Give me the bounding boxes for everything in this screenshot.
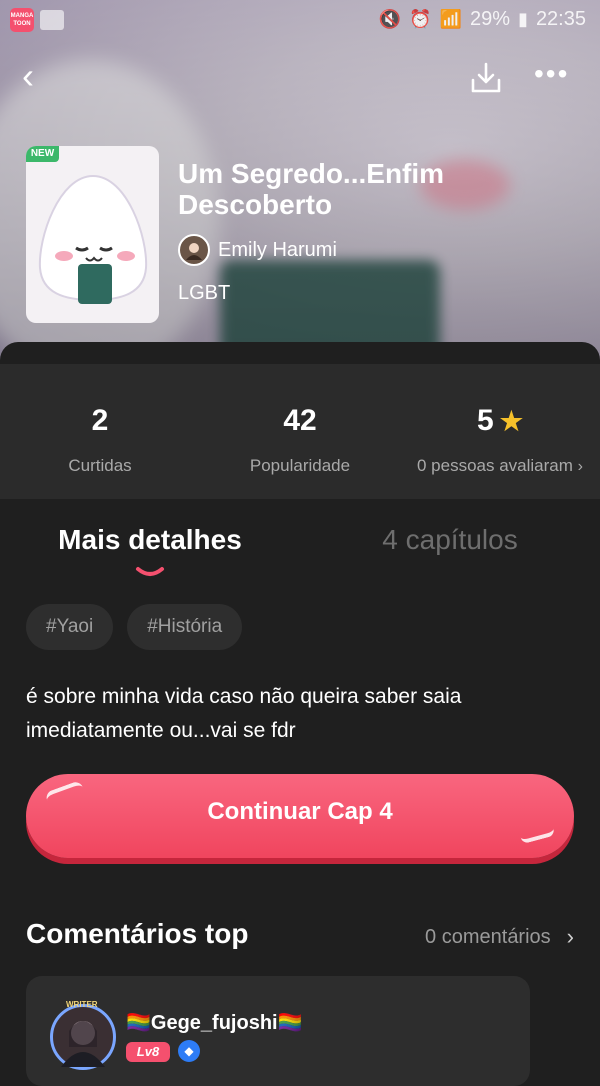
commenter-avatar[interactable] <box>50 1004 116 1070</box>
hashtag-chip[interactable]: #História <box>127 604 243 650</box>
continue-reading-button[interactable]: Continuar Cap 4 <box>26 774 574 858</box>
wifi-icon: 📶 <box>439 9 462 29</box>
onigiri-cover-art <box>38 174 148 304</box>
likes-count: 2 <box>91 404 109 437</box>
stat-likes: 2 Curtidas <box>0 404 200 476</box>
comments-count-link[interactable]: 0 comentários › <box>425 924 574 950</box>
alarm-icon: ⏰ <box>409 9 432 29</box>
comic-description: é sobre minha vida caso não queira saber… <box>26 685 462 742</box>
details-panel: 2 Curtidas 42 Popularidade 5 ★ 0 pessoas… <box>0 342 600 1086</box>
popularity-count: 42 <box>283 404 317 437</box>
clock: 22:35 <box>535 8 586 30</box>
comments-title: Comentários top <box>26 918 249 949</box>
stats-bar: 2 Curtidas 42 Popularidade 5 ★ 0 pessoas… <box>0 364 600 499</box>
button-gloss <box>44 779 86 809</box>
tabs: Mais detalhes 4 capítulos <box>0 524 600 584</box>
author-row[interactable]: Emily Harumi <box>178 234 578 266</box>
comments-count: 0 comentários <box>425 925 551 948</box>
new-tag: NEW <box>26 146 59 162</box>
comic-info: Um Segredo...Enfim Descoberto Emily Haru… <box>178 158 578 305</box>
author-name[interactable]: Emily Harumi <box>218 239 337 262</box>
rating-count-text: 0 pessoas avaliaram <box>417 456 573 475</box>
comments-header: Comentários top 0 comentários › <box>26 918 574 958</box>
genre-label[interactable]: LGBT <box>178 282 578 305</box>
hashtag-chip[interactable]: #Yaoi <box>26 604 114 650</box>
rating-row: 5 ★ <box>400 404 600 438</box>
back-arrow-icon[interactable]: ‹ <box>22 58 52 94</box>
chevron-right-icon: › <box>566 924 574 949</box>
comic-cover[interactable]: NEW <box>26 146 159 323</box>
stat-popularity: 42 Popularidade <box>200 404 400 476</box>
tab-more-details[interactable]: Mais detalhes <box>0 524 300 556</box>
continue-reading-label: Continuar Cap 4 <box>207 798 393 825</box>
rating-value: 5 <box>477 404 494 437</box>
mute-icon: 🔇 <box>378 9 402 29</box>
writer-badge: WRITER <box>66 1000 98 1009</box>
active-tab-indicator <box>136 567 164 576</box>
button-gloss <box>518 821 556 845</box>
commenter-avatar-icon <box>61 1021 105 1067</box>
battery-icon: ▮ <box>518 9 528 29</box>
chevron-right-icon: › <box>577 458 583 475</box>
author-avatar[interactable] <box>178 234 210 266</box>
comic-title: Um Segredo...Enfim Descoberto <box>178 158 445 220</box>
author-avatar-icon <box>186 243 202 260</box>
likes-label: Curtidas <box>68 456 132 475</box>
star-icon: ★ <box>499 405 523 436</box>
mangatoon-app-icon: MANGA TOON <box>10 8 34 32</box>
status-indicators: 🔇 ⏰ 📶 29% ▮ 22:35 <box>379 8 586 31</box>
download-icon[interactable] <box>468 60 504 96</box>
rating-count-label[interactable]: 0 pessoas avaliaram › <box>400 456 600 476</box>
battery-percent: 29% <box>470 8 511 30</box>
notification-icon <box>40 10 64 30</box>
popularity-label: Popularidade <box>249 456 351 475</box>
status-bar: MANGA TOON 🔇 ⏰ 📶 29% ▮ 22:35 <box>0 0 600 40</box>
hashtag-list: #Yaoi #História <box>26 604 243 650</box>
top-comment-card[interactable]: WRITER 🏳️‍🌈Gege_fujoshi🏳️‍🌈 Lv8 ◆ <box>26 976 530 1086</box>
level-badge: Lv8 <box>126 1042 170 1062</box>
more-dots-icon[interactable]: ••• <box>534 60 569 88</box>
verified-icon: ◆ <box>178 1040 200 1062</box>
commenter-username[interactable]: 🏳️‍🌈Gege_fujoshi🏳️‍🌈 <box>126 1010 303 1035</box>
stat-rating[interactable]: 5 ★ 0 pessoas avaliaram › <box>400 404 600 476</box>
tab-chapters[interactable]: 4 capítulos <box>300 524 600 556</box>
